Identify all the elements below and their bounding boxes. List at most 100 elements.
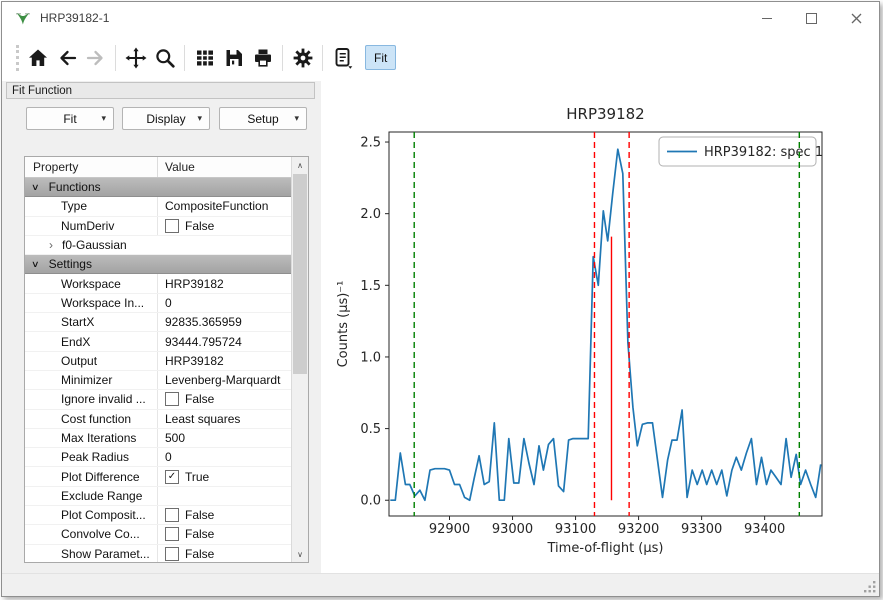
property-value[interactable]: 92835.365959 <box>158 315 291 329</box>
property-value[interactable]: Levenberg-Marquardt <box>158 373 291 387</box>
table-row[interactable]: Cost function Least squares <box>25 410 291 429</box>
forward-button[interactable] <box>82 44 110 72</box>
checkbox-unchecked[interactable] <box>165 392 179 406</box>
checkbox-checked[interactable]: ✓ <box>165 470 179 484</box>
property-name[interactable]: Workspace <box>25 274 158 292</box>
table-scrollbar[interactable]: ∧ ∨ <box>291 157 308 562</box>
table-row[interactable]: Workspace In...0 <box>25 294 291 313</box>
table-row[interactable]: Exclude Range <box>25 487 291 506</box>
resize-grip-icon[interactable] <box>863 580 876 593</box>
table-row[interactable]: Show Paramet...False <box>25 545 291 563</box>
property-value[interactable]: ✓True <box>158 470 291 484</box>
legend[interactable]: HRP39182: spec 1 <box>659 137 823 166</box>
property-value[interactable]: False <box>158 219 291 233</box>
value-text: Levenberg-Marquardt <box>165 373 280 387</box>
save-button[interactable] <box>220 44 248 72</box>
table-row[interactable]: Plot Difference✓True <box>25 467 291 486</box>
property-name[interactable]: EndX <box>25 332 158 350</box>
property-value[interactable]: False <box>158 392 291 406</box>
checkbox-label: False <box>185 527 214 541</box>
save-icon <box>222 46 246 70</box>
title-bar[interactable]: HRP39182-1 <box>2 2 879 34</box>
checkbox-unchecked[interactable] <box>165 547 179 561</box>
zoom-button[interactable] <box>151 44 179 72</box>
property-value[interactable]: 93444.795724 <box>158 335 291 349</box>
legend-label: HRP39182: spec 1 <box>704 145 823 160</box>
property-name[interactable]: Workspace In... <box>25 294 158 312</box>
property-value[interactable]: False <box>158 547 291 561</box>
chart-title: HRP39182 <box>566 105 644 123</box>
fit-toggle-button[interactable]: Fit <box>365 45 396 70</box>
grid-icon <box>193 46 217 70</box>
table-row[interactable]: ›f0-Gaussian <box>25 236 291 255</box>
checkbox-label: False <box>185 508 214 522</box>
property-name[interactable]: Output <box>25 352 158 370</box>
property-name[interactable]: NumDeriv <box>25 217 158 235</box>
property-value[interactable]: False <box>158 527 291 541</box>
property-value[interactable]: HRP39182 <box>158 277 291 291</box>
table-row[interactable]: Minimizer Levenberg-Marquardt <box>25 371 291 390</box>
property-name[interactable]: Ignore invalid ... <box>25 390 158 408</box>
property-value[interactable]: CompositeFunction <box>158 199 291 213</box>
setup-menu-button[interactable]: Setup ▾ <box>219 107 307 130</box>
home-button[interactable] <box>24 44 52 72</box>
property-name[interactable]: Type <box>25 197 158 215</box>
value-text: Least squares <box>165 412 240 426</box>
toolbar-separator <box>115 45 116 71</box>
scroll-up-button[interactable]: ∧ <box>292 157 308 173</box>
table-section-settings[interactable]: ∨Settings <box>25 255 291 274</box>
property-name[interactable]: Max Iterations <box>25 429 158 447</box>
property-value[interactable]: 500 <box>158 431 291 445</box>
property-name[interactable]: StartX <box>25 313 158 331</box>
table-row[interactable]: OutputHRP39182 <box>25 352 291 371</box>
chevron-down-icon: ▾ <box>101 113 106 124</box>
pan-button[interactable] <box>122 44 150 72</box>
property-name[interactable]: Cost function <box>25 410 158 428</box>
toolbar-drag-handle[interactable] <box>16 45 19 71</box>
plot-canvas[interactable]: HRP391829290093000931009320093300934000.… <box>324 81 877 573</box>
property-name[interactable]: Exclude Range <box>25 487 158 505</box>
table-row[interactable]: Plot Composit... False <box>25 506 291 525</box>
generate-script-button[interactable] <box>329 44 357 72</box>
checkbox-unchecked[interactable] <box>165 219 179 233</box>
property-value[interactable]: 0 <box>158 450 291 464</box>
chevron-down-icon[interactable]: ∨ <box>31 182 40 193</box>
property-name[interactable]: Convolve Co... <box>25 525 158 543</box>
property-value[interactable]: Least squares <box>158 412 291 426</box>
settings-button[interactable] <box>289 44 317 72</box>
chevron-right-icon[interactable]: › <box>49 238 53 252</box>
table-section-functions[interactable]: ∨Functions <box>25 178 291 197</box>
property-value[interactable]: False <box>158 508 291 522</box>
close-button[interactable] <box>834 2 879 34</box>
table-row[interactable]: TypeCompositeFunction <box>25 197 291 216</box>
property-name[interactable]: Plot Composit... <box>25 506 158 524</box>
chevron-down-icon[interactable]: ∨ <box>31 259 40 270</box>
print-button[interactable] <box>249 44 277 72</box>
fit-menu-button[interactable]: Fit ▾ <box>26 107 114 130</box>
scroll-down-button[interactable]: ∨ <box>292 546 308 562</box>
property-name[interactable]: Show Paramet... <box>25 545 158 563</box>
property-value[interactable]: 0 <box>158 296 291 310</box>
table-row[interactable]: StartX 92835.365959 <box>25 313 291 332</box>
table-row[interactable]: Max Iterations500 <box>25 429 291 448</box>
table-row[interactable]: Convolve Co... False <box>25 525 291 544</box>
table-row[interactable]: NumDerivFalse <box>25 217 291 236</box>
property-name[interactable]: Minimizer <box>25 371 158 389</box>
dock-title[interactable]: Fit Function <box>6 82 315 99</box>
table-row[interactable]: WorkspaceHRP39182 <box>25 274 291 293</box>
minimize-button[interactable] <box>744 2 789 34</box>
grid-button[interactable] <box>191 44 219 72</box>
table-row[interactable]: Peak Radius0 <box>25 448 291 467</box>
value-text: 92835.365959 <box>165 315 242 329</box>
scrollbar-thumb[interactable] <box>293 174 307 374</box>
property-name[interactable]: Plot Difference <box>25 467 158 485</box>
property-name[interactable]: Peak Radius <box>25 448 158 466</box>
checkbox-unchecked[interactable] <box>165 527 179 541</box>
maximize-button[interactable] <box>789 2 834 34</box>
checkbox-unchecked[interactable] <box>165 508 179 522</box>
property-value[interactable]: HRP39182 <box>158 354 291 368</box>
table-row[interactable]: Ignore invalid ...False <box>25 390 291 409</box>
table-row[interactable]: EndX93444.795724 <box>25 332 291 351</box>
display-menu-button[interactable]: Display ▾ <box>122 107 210 130</box>
back-button[interactable] <box>53 44 81 72</box>
